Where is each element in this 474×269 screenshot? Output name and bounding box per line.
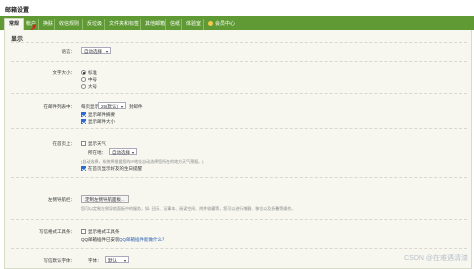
language-label: 语言： (61, 49, 76, 54)
divider (11, 219, 467, 220)
window-title: 邮箱设置 (5, 8, 30, 14)
default-font-select-value: 默认 (108, 258, 117, 263)
smiley-icon (208, 21, 213, 26)
default-font-select[interactable]: 默认 ▾ (105, 256, 129, 263)
font-size-standard-radio[interactable] (81, 70, 86, 75)
tab-member-center-label: 会员中心 (215, 21, 236, 27)
font-size-standard-label: 标准 (88, 70, 97, 75)
location-hint: (自动选择，系统将根据您的IP地址自动选择您所在的地方天气预报。) (81, 159, 204, 164)
show-weather-label: 显示天气 (88, 141, 106, 146)
left-nav-hint: 您可以定制左侧导航面板中的服务，如: 日历、记事本、阅读空间、附件收藏等，您可以… (81, 206, 296, 211)
format-tools-label: 写信格式工具条： (39, 229, 75, 234)
settings-tabbar: 常规 帐户 换肤 收信规则 反垃圾 文件夹和标签 其他邮箱 信纸 体验室 会员中… (0, 16, 474, 31)
show-size-checkbox[interactable] (81, 119, 86, 124)
tab-antispam[interactable]: 反垃圾 (82, 19, 106, 30)
divider (11, 93, 467, 94)
chevron-down-icon: ▾ (120, 104, 123, 109)
birthday-reminder-label: 在首页显示好友的生日提醒 (88, 166, 142, 171)
show-size-label: 显示邮件大小 (88, 119, 115, 124)
per-page-select[interactable]: 25(默认) ▾ (98, 102, 126, 109)
chevron-down-icon: ▾ (131, 150, 134, 155)
watermark: CSDN @在难遇清漆 (404, 255, 468, 262)
show-summary-checkbox[interactable] (81, 112, 86, 117)
font-size-large-radio[interactable] (81, 84, 86, 89)
settings-panel: 显示 语言： 自动选择 ▾ 文字大小： 标准 中号 大号 在邮件列表中： 每页显示… (4, 30, 472, 269)
divider (11, 177, 467, 178)
tab-folders-labels[interactable]: 文件夹和标签 (104, 19, 143, 30)
birthday-reminder-checkbox[interactable] (81, 166, 86, 171)
customize-left-nav-button[interactable]: 定制左侧导航面板... (81, 195, 129, 203)
homepage-label: 在首页上： (52, 141, 76, 146)
language-select-value: 自动选择 (84, 49, 102, 54)
divider (11, 248, 467, 249)
location-select-value: 自动选择 (112, 150, 130, 155)
location-select[interactable]: 自动选择 ▾ (109, 148, 137, 155)
per-page-label: 每页显示 (81, 104, 99, 109)
per-page-select-value: 25(默认) (101, 104, 119, 109)
show-weather-checkbox[interactable] (81, 141, 86, 146)
default-font-label: 写信默认字体： (43, 258, 76, 263)
font-size-label: 文字大小： (52, 70, 76, 75)
tab-member-center[interactable]: 会员中心 (203, 19, 239, 30)
mail-list-label: 在邮件列表中： (43, 104, 76, 109)
format-tools-option: 显示格式工具条 (88, 229, 120, 234)
language-select[interactable]: 自动选择 ▾ (81, 47, 111, 54)
font-size-medium-label: 中号 (88, 77, 97, 82)
location-label: 所在地： (88, 150, 106, 155)
divider (11, 61, 467, 62)
per-page-suffix: 封邮件 (129, 104, 143, 109)
chevron-down-icon: ▾ (123, 258, 126, 263)
plugin-info-link[interactable]: QQ邮箱插件能做什么？ (119, 237, 167, 243)
divider (11, 42, 467, 43)
divider (11, 128, 467, 129)
chevron-down-icon: ▾ (105, 49, 108, 54)
left-nav-label: 左侧导航栏： (48, 197, 75, 202)
tab-receive-rules[interactable]: 收信规则 (54, 19, 83, 30)
format-tools-checkbox[interactable] (81, 229, 86, 234)
show-summary-label: 显示邮件摘要 (88, 112, 115, 117)
tab-lab[interactable]: 体验室 (181, 19, 205, 30)
font-size-medium-radio[interactable] (81, 77, 86, 82)
font-label: 字体： (88, 258, 102, 263)
plugin-installed-text: QQ邮箱插件已安装 (81, 237, 120, 242)
font-size-large-label: 大号 (88, 84, 97, 89)
window-titlebar: 邮箱设置 (0, 0, 474, 16)
